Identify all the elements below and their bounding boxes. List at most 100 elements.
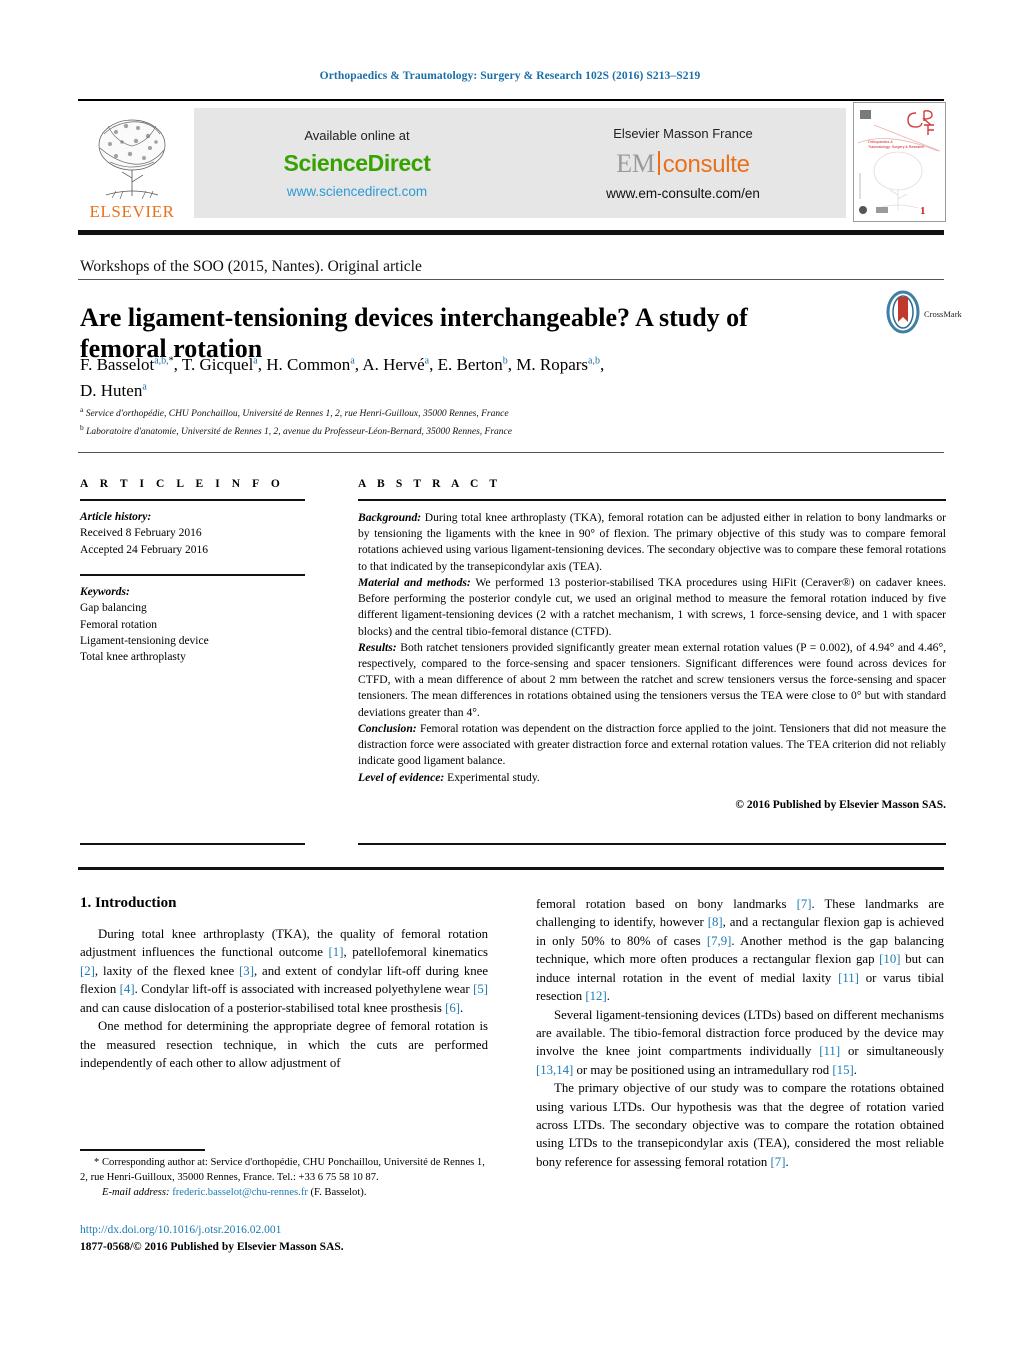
issn-copyright-line: 1877-0568/© 2016 Published by Elsevier M… — [80, 1240, 344, 1253]
body-top-rule — [78, 867, 944, 870]
sciencedirect-wordmark: ScienceDirect — [283, 149, 431, 176]
abstract-evidence-text: Experimental study. — [447, 770, 540, 784]
abstract-bottom-rule — [358, 843, 946, 845]
journal-cover-thumbnail[interactable]: Orthopaedics & Traumatology: Surgery & R… — [853, 102, 946, 222]
footer-block: http://dx.doi.org/10.1016/j.otsr.2016.02… — [80, 1222, 510, 1255]
abstract-conclusion: Conclusion: Femoral rotation was depende… — [358, 721, 946, 770]
keywords-block: Keywords: Gap balancing Femoral rotation… — [80, 584, 305, 666]
emconsulte-wordmark: EM consulte — [616, 148, 750, 179]
abstract-conclusion-text: Femoral rotation was dependent on the di… — [358, 721, 946, 768]
keyword-item: Total knee arthroplasty — [80, 651, 186, 664]
article-info-heading: A R T I C L E I N F O — [80, 478, 285, 490]
citation-ref[interactable]: [6] — [445, 1001, 460, 1015]
abstract-background-label: Background: — [358, 511, 422, 524]
citation-ref[interactable]: [11] — [819, 1044, 840, 1058]
received-date: Received 8 February 2016 — [80, 527, 202, 540]
elsevier-tree-icon — [86, 112, 178, 204]
authors-text: F. Basselota,b,*, T. Gicquela, H. Common… — [80, 355, 605, 400]
paragraph: Several ligament-tensioning devices (LTD… — [536, 1007, 944, 1077]
affiliation-b-marker: b — [80, 422, 84, 432]
masthead-bottom-rule — [78, 230, 944, 235]
footnote-block: * Corresponding author at: Service d'ort… — [80, 1155, 492, 1200]
elsevier-masson-label: Elsevier Masson France — [613, 125, 753, 141]
emconsulte-url[interactable]: www.em-consulte.com/en — [606, 186, 760, 201]
citation-ref[interactable]: [11] — [838, 971, 859, 985]
keywords-rule — [80, 573, 305, 576]
keywords-label: Keywords: — [80, 585, 130, 598]
corresponding-author-text: Corresponding author at: Service d'ortho… — [80, 1157, 485, 1184]
abstract-copyright: © 2016 Published by Elsevier Masson SAS. — [735, 798, 946, 811]
emconsulte-block[interactable]: Elsevier Masson France EM consulte www.e… — [520, 108, 846, 218]
introduction-left-text: During total knee arthroplasty (TKA), th… — [80, 925, 488, 1072]
citation-ref[interactable]: [13,14] — [536, 1063, 573, 1077]
citation-ref[interactable]: [3] — [239, 964, 254, 978]
citation-ref[interactable]: [7] — [771, 1155, 786, 1169]
affiliation-b: b Laboratoire d'anatomie, Université de … — [80, 422, 870, 440]
abstract-conclusion-label: Conclusion: — [358, 721, 417, 735]
emconsulte-em-text: EM — [616, 148, 655, 178]
keyword-item: Gap balancing — [80, 602, 147, 615]
citation-ref[interactable]: [5] — [473, 982, 488, 996]
body-column-right: femoral rotation based on bony landmarks… — [536, 895, 944, 1171]
corresponding-author-note: * Corresponding author at: Service d'ort… — [80, 1155, 492, 1185]
author-email-link[interactable]: frederic.basselot@chu-rennes.fr — [172, 1187, 308, 1198]
paragraph: During total knee arthroplasty (TKA), th… — [80, 927, 488, 1015]
running-head: Orthopaedics & Traumatology: Surgery & R… — [319, 70, 701, 82]
keyword-item: Ligament-tensioning device — [80, 634, 209, 647]
svg-text:Traumatology: Surgery & Resear: Traumatology: Surgery & Research — [868, 145, 924, 149]
abstract-column: A B S T R A C T Background: During total… — [358, 478, 946, 813]
email-note: E-mail address: frederic.basselot@chu-re… — [80, 1185, 492, 1200]
sciencedirect-block[interactable]: Available online at ScienceDirect www.sc… — [194, 108, 520, 218]
author-list: F. Basselota,b,*, T. Gicquela, H. Common… — [80, 352, 870, 403]
keyword-item: Femoral rotation — [80, 618, 157, 631]
crossmark-icon — [885, 290, 921, 339]
section-heading-introduction: 1. Introduction — [80, 895, 177, 911]
abstract-results: Results: Both ratchet tensioners provide… — [358, 640, 946, 721]
article-info-rule — [80, 499, 305, 501]
availability-banner: Available online at ScienceDirect www.sc… — [194, 108, 846, 218]
elsevier-logo[interactable]: ELSEVIER — [78, 102, 186, 222]
citation-ref[interactable]: [10] — [879, 952, 900, 966]
paragraph: The primary objective of our study was t… — [536, 1081, 944, 1169]
doi-link[interactable]: http://dx.doi.org/10.1016/j.otsr.2016.02… — [80, 1222, 510, 1239]
affiliation-a-marker: a — [80, 405, 84, 414]
article-page: Orthopaedics & Traumatology: Surgery & R… — [0, 0, 1020, 1351]
citation-ref[interactable]: [8] — [708, 915, 723, 929]
emconsulte-divider — [657, 150, 660, 175]
article-history: Article history: Received 8 February 201… — [80, 509, 305, 558]
elsevier-wordmark: ELSEVIER — [89, 202, 175, 221]
paragraph: femoral rotation based on bony landmarks… — [536, 897, 944, 1004]
email-owner: (F. Basselot). — [310, 1187, 367, 1199]
email-address-label: E-mail address: — [102, 1187, 170, 1199]
crossmark-label: CrossMark — [924, 309, 962, 319]
svg-text:1: 1 — [920, 205, 926, 217]
paragraph: One method for determining the appropria… — [80, 1019, 488, 1070]
citation-ref[interactable]: [4] — [120, 982, 135, 996]
abstract-methods: Material and methods: We performed 13 po… — [358, 575, 946, 640]
abstract-body: Background: During total knee arthroplas… — [358, 510, 946, 813]
crossmark-badge[interactable]: CrossMark — [885, 286, 962, 342]
affiliation-list: a Service d'orthopédie, CHU Ponchaillou,… — [80, 404, 870, 440]
citation-ref[interactable]: [15] — [832, 1063, 853, 1077]
abstract-evidence-label: Level of evidence: — [358, 770, 445, 784]
article-info-column: A R T I C L E I N F O Article history: R… — [80, 478, 305, 666]
abstract-methods-label: Material and methods: — [358, 575, 471, 589]
citation-ref[interactable]: [7,9] — [707, 934, 732, 948]
citation-ref[interactable]: [2] — [80, 964, 95, 978]
citation-ref[interactable]: [7] — [797, 897, 812, 911]
abstract-background: Background: During total knee arthroplas… — [358, 510, 946, 575]
citation-ref[interactable]: [1] — [329, 945, 344, 959]
category-rule — [78, 279, 944, 280]
accepted-date: Accepted 24 February 2016 — [80, 543, 209, 556]
abstract-results-text: Both ratchet tensioners provided signifi… — [358, 640, 946, 719]
article-category: Workshops of the SOO (2015, Nantes). Ori… — [80, 258, 422, 275]
abstract-background-text: During total knee arthroplasty (TKA), fe… — [358, 511, 946, 573]
affiliation-b-text: Laboratoire d'anatomie, Université de Re… — [86, 427, 512, 438]
affiliation-a-text: Service d'orthopédie, CHU Ponchaillou, U… — [85, 409, 509, 420]
info-bottom-rule — [80, 843, 305, 845]
citation-ref[interactable]: [12] — [585, 989, 606, 1003]
footnote-rule — [80, 1149, 205, 1151]
article-history-label: Article history: — [80, 511, 152, 523]
emconsulte-consulte-text: consulte — [662, 150, 750, 178]
sciencedirect-url[interactable]: www.sciencedirect.com — [287, 184, 427, 199]
